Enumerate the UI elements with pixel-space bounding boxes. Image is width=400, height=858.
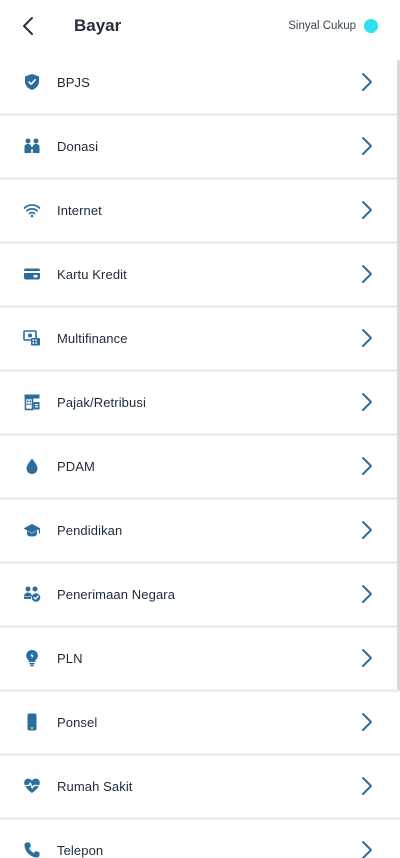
multifinance-icon — [23, 329, 41, 347]
list-item-telepon[interactable]: Telepon — [0, 820, 400, 858]
chevron-right-icon — [360, 520, 374, 540]
telephone-icon — [23, 841, 41, 858]
heart-pulse-icon — [23, 777, 41, 795]
list-item-multifinance[interactable]: Multifinance — [0, 308, 400, 369]
phone-device-icon — [23, 713, 41, 731]
list-item-label: Internet — [57, 202, 102, 218]
chevron-right-icon — [360, 776, 374, 796]
tax-building-icon — [23, 393, 41, 411]
list-item-penerimaan-negara[interactable]: Penerimaan Negara — [0, 564, 400, 625]
chevron-right-icon — [360, 264, 374, 284]
graduation-cap-icon — [23, 521, 41, 539]
top-bar: Bayar Sinyal Cukup — [0, 0, 400, 52]
list-item-label: Kartu Kredit — [57, 266, 127, 282]
list-item-internet[interactable]: Internet — [0, 180, 400, 241]
list-item-label: Pendidikan — [57, 522, 123, 538]
water-drop-icon — [23, 457, 41, 475]
list-item-label: Multifinance — [57, 330, 128, 346]
chevron-left-icon — [23, 17, 33, 35]
chevron-right-icon — [360, 392, 374, 412]
list-item-label: Donasi — [57, 138, 99, 154]
list-item-label: Rumah Sakit — [57, 778, 133, 794]
lightbulb-icon — [23, 649, 41, 667]
list-item-ponsel[interactable]: Ponsel — [0, 692, 400, 753]
wifi-icon — [23, 201, 41, 219]
chevron-right-icon — [360, 200, 374, 220]
chevron-right-icon — [360, 712, 374, 732]
list-item-pajak-retribusi[interactable]: Pajak/Retribusi — [0, 372, 400, 433]
chevron-right-icon — [360, 328, 374, 348]
list-item-label: Pajak/Retribusi — [57, 394, 146, 410]
state-revenue-icon — [23, 585, 41, 603]
list-item-pdam[interactable]: PDAM — [0, 436, 400, 497]
chevron-right-icon — [360, 584, 374, 604]
shield-check-icon — [23, 73, 41, 91]
list-item-label: Ponsel — [57, 714, 98, 730]
list-item-kartu-kredit[interactable]: Kartu Kredit — [0, 244, 400, 305]
chevron-right-icon — [360, 136, 374, 156]
back-button[interactable] — [0, 0, 56, 52]
list-item-bpjs[interactable]: BPJS — [0, 52, 400, 113]
signal-status-dot — [364, 19, 378, 33]
list-item-label: PLN — [57, 650, 83, 666]
chevron-right-icon — [360, 648, 374, 668]
chevron-right-icon — [360, 72, 374, 92]
chevron-right-icon — [360, 456, 374, 476]
signal-status-text: Sinyal Cukup — [288, 20, 356, 32]
chevron-right-icon — [360, 840, 374, 858]
list-item-label: PDAM — [57, 458, 95, 474]
list-item-label: BPJS — [57, 74, 90, 90]
credit-card-icon — [23, 265, 41, 283]
people-donate-icon — [23, 137, 41, 155]
list-item-pln[interactable]: PLN — [0, 628, 400, 689]
signal-indicator: Sinyal Cukup — [288, 0, 378, 52]
list-item-donasi[interactable]: Donasi — [0, 116, 400, 177]
payment-category-list: BPJS Donasi Internet Kartu Kredit Multif… — [0, 52, 400, 858]
page-title: Bayar — [74, 16, 122, 35]
list-item-pendidikan[interactable]: Pendidikan — [0, 500, 400, 561]
list-item-rumah-sakit[interactable]: Rumah Sakit — [0, 756, 400, 817]
list-item-label: Penerimaan Negara — [57, 586, 176, 602]
list-item-label: Telepon — [57, 842, 104, 858]
